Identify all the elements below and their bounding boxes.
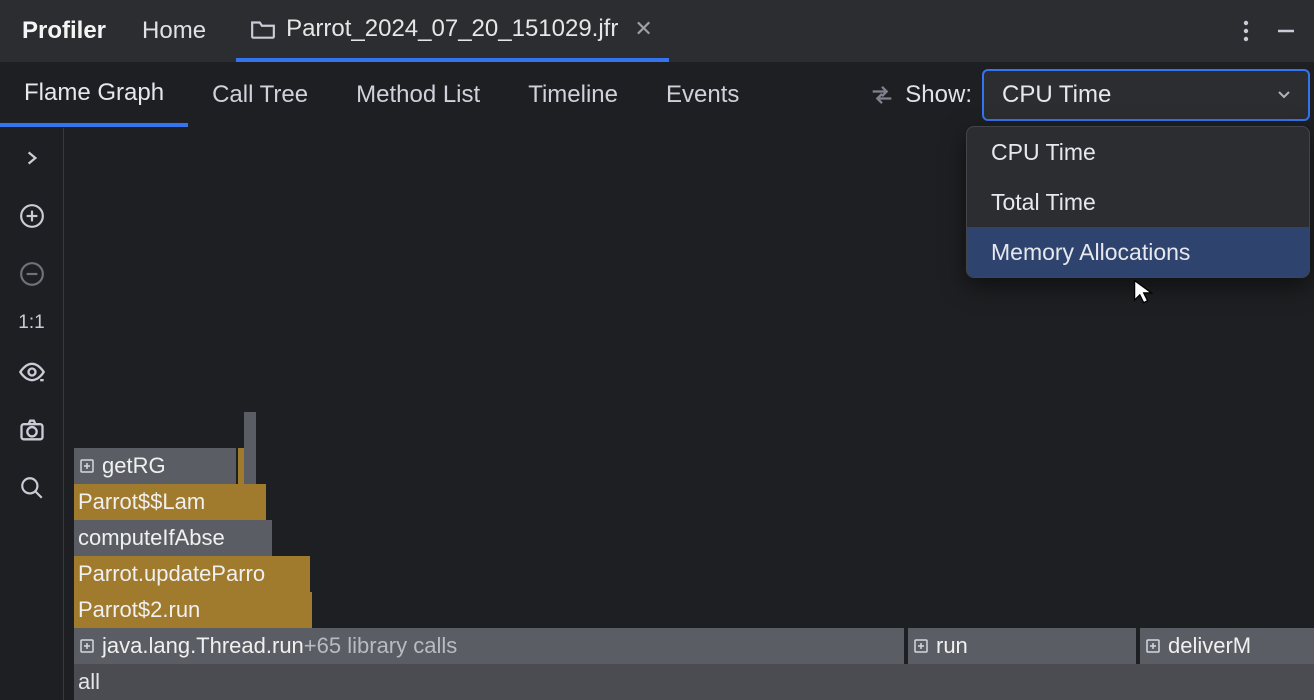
option-total-time[interactable]: Total Time xyxy=(967,177,1309,227)
flame-frame-all[interactable]: all xyxy=(74,664,1314,700)
flame-frame[interactable]: deliverM xyxy=(1140,628,1314,664)
view-tabs-bar: Flame Graph Call Tree Method List Timeli… xyxy=(0,62,1314,128)
camera-icon[interactable] xyxy=(12,410,52,450)
swap-icon[interactable] xyxy=(865,78,899,112)
flame-sliver[interactable] xyxy=(244,412,256,448)
home-tab[interactable]: Home xyxy=(142,17,206,45)
flame-frame-label: Parrot$2.run xyxy=(78,597,200,623)
expand-icon xyxy=(912,637,930,655)
reset-zoom-button[interactable]: 1:1 xyxy=(18,312,44,334)
zoom-out-icon[interactable] xyxy=(12,254,52,294)
expand-icon xyxy=(78,637,96,655)
flame-frame-label: Parrot.updateParro xyxy=(78,561,265,587)
search-icon[interactable] xyxy=(12,468,52,508)
zoom-in-icon[interactable] xyxy=(12,196,52,236)
flame-frame-label: deliverM xyxy=(1168,633,1251,659)
flame-frame-label: getRG xyxy=(102,453,166,479)
flame-frame[interactable]: getRG xyxy=(74,448,176,484)
show-dropdown[interactable]: CPU Time xyxy=(982,69,1310,121)
minimize-icon[interactable] xyxy=(1266,11,1306,51)
flame-frame-label: computeIfAbse xyxy=(78,525,225,551)
flame-frame[interactable]: computeIfAbse xyxy=(74,520,272,556)
flame-frame-suffix: +65 library calls xyxy=(304,633,457,659)
expand-icon xyxy=(78,457,96,475)
flame-frame[interactable]: Parrot$$Lam xyxy=(74,484,266,520)
title-bar: Profiler Home Parrot_2024_07_20_151029.j… xyxy=(0,0,1314,62)
folder-icon xyxy=(250,18,276,40)
flame-frame-label: Parrot$$Lam xyxy=(78,489,205,515)
flame-frame-tiny[interactable] xyxy=(244,448,256,484)
option-memory-allocations[interactable]: Memory Allocations xyxy=(967,227,1309,277)
flame-frame-label: all xyxy=(78,669,100,695)
show-label: Show: xyxy=(905,81,972,109)
chevron-down-icon xyxy=(1276,86,1294,104)
eye-icon[interactable] xyxy=(12,352,52,392)
expand-right-icon[interactable] xyxy=(12,138,52,178)
flame-frame[interactable]: Parrot$2.run xyxy=(74,592,312,628)
tab-flame-graph[interactable]: Flame Graph xyxy=(0,62,188,127)
flame-frame-label: java.lang.Thread.run xyxy=(102,633,304,659)
flame-frame[interactable]: run xyxy=(908,628,1136,664)
tab-method-list[interactable]: Method List xyxy=(332,62,504,127)
tab-events[interactable]: Events xyxy=(642,62,763,127)
more-icon[interactable] xyxy=(1226,11,1266,51)
show-dropdown-value: CPU Time xyxy=(1002,81,1111,109)
tab-timeline[interactable]: Timeline xyxy=(504,62,642,127)
tab-call-tree[interactable]: Call Tree xyxy=(188,62,332,127)
option-cpu-time[interactable]: CPU Time xyxy=(967,127,1309,177)
flame-frame-empty[interactable] xyxy=(176,448,236,484)
file-tab-label: Parrot_2024_07_20_151029.jfr xyxy=(286,15,618,43)
show-dropdown-popup: CPU Time Total Time Memory Allocations xyxy=(966,126,1310,278)
expand-icon xyxy=(1144,637,1162,655)
left-toolbar: 1:1 xyxy=(0,128,64,700)
file-tab[interactable]: Parrot_2024_07_20_151029.jfr ✕ xyxy=(236,0,669,62)
tool-title: Profiler xyxy=(22,17,106,45)
flame-frame[interactable]: java.lang.Thread.run +65 library calls xyxy=(74,628,904,664)
flame-frame[interactable]: Parrot.updateParro xyxy=(74,556,310,592)
close-tab-icon[interactable]: ✕ xyxy=(634,18,652,40)
flame-frame-label: run xyxy=(936,633,968,659)
